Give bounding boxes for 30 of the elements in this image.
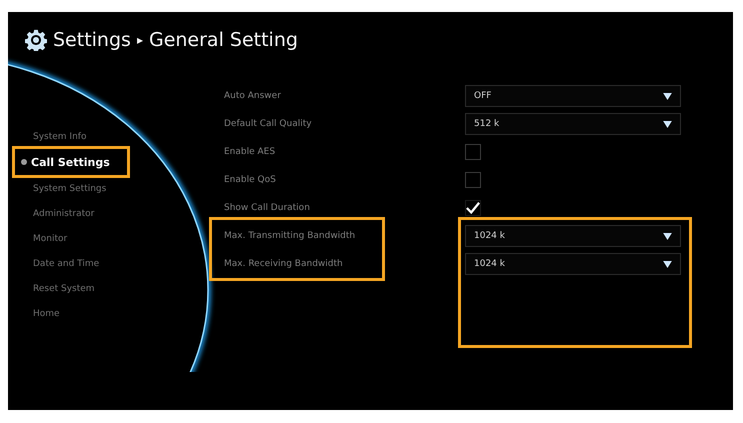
checkbox[interactable] (465, 144, 481, 160)
menu-item[interactable]: Administrator (8, 201, 209, 226)
menu-item[interactable]: System Info (8, 124, 209, 149)
setting-label: Default Call Quality (224, 119, 312, 129)
setting-label: Max. Transmitting Bandwidth (224, 231, 356, 241)
dropdown-arrow-icon (663, 260, 672, 268)
menu-item[interactable]: Monitor (8, 226, 209, 251)
settings-icon (25, 29, 47, 51)
menu-item[interactable]: Date and Time (8, 251, 209, 276)
setting-label: Auto Answer (224, 91, 281, 101)
checkbox[interactable] (465, 172, 481, 188)
menu-item[interactable]: Call Settings (12, 146, 130, 178)
breadcrumb-section[interactable]: Settings (53, 29, 131, 51)
setting-label: Enable QoS (224, 175, 276, 185)
dropdown[interactable]: 1024 k (465, 225, 681, 247)
menu-item[interactable]: Reset System (8, 276, 209, 301)
menu-item[interactable]: System Settings (8, 176, 209, 201)
dropdown-arrow-icon (663, 232, 672, 240)
dropdown[interactable]: OFF (465, 85, 681, 107)
breadcrumb-separator: ▸ (136, 33, 143, 47)
dropdown[interactable]: 1024 k (465, 253, 681, 275)
dropdown-arrow-icon (663, 92, 672, 100)
setting-label: Show Call Duration (224, 203, 310, 213)
checkbox[interactable] (465, 200, 481, 216)
dropdown-arrow-icon (663, 120, 672, 128)
setting-label: Max. Receiving Bandwidth (224, 259, 343, 269)
dropdown[interactable]: 512 k (465, 113, 681, 135)
menu-item[interactable]: Home (8, 301, 209, 326)
setting-label: Enable AES (224, 147, 276, 157)
page-title: General Setting (148, 29, 298, 51)
